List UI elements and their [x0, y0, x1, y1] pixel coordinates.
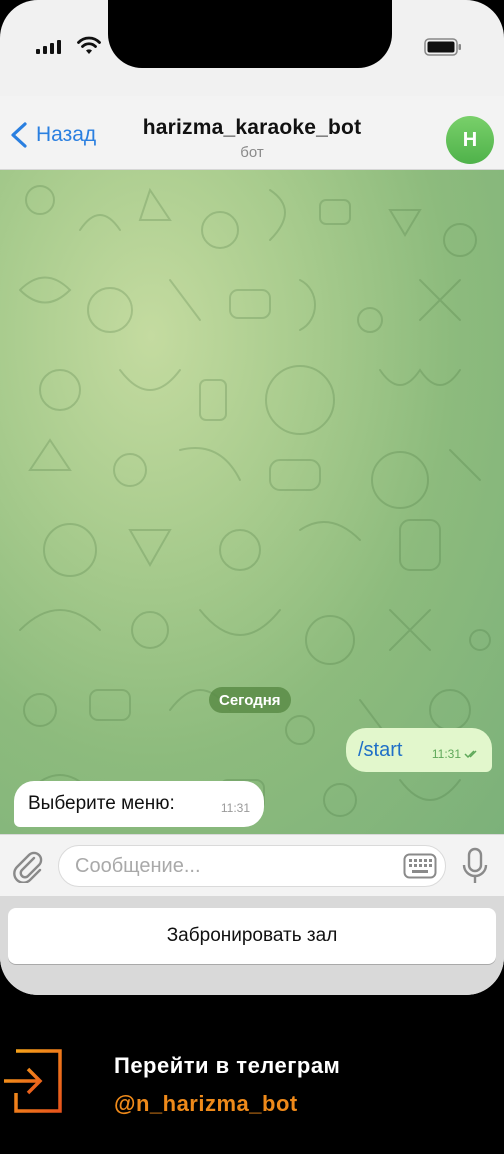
message-text: /start: [358, 738, 403, 761]
message-time: 11:31: [220, 801, 250, 815]
notch: [108, 0, 392, 68]
book-hall-button[interactable]: Забронировать зал: [8, 908, 496, 964]
chat-header: Назад harizma_karaoke_bot бот H: [0, 96, 504, 170]
back-chevron-icon: [11, 122, 27, 148]
chat-subtitle: бот: [240, 144, 264, 161]
avatar[interactable]: H: [446, 116, 494, 164]
footer-caption: Перейти в телеграм: [114, 1053, 341, 1078]
message-input[interactable]: [58, 845, 446, 887]
chat-title: harizma_karaoke_bot: [142, 116, 362, 139]
signal-icon: [36, 40, 62, 54]
message-input-bar: [0, 834, 504, 896]
message-time: 11:31: [431, 747, 461, 761]
footer: Перейти в телеграм @n_harizma_bot: [0, 995, 504, 1154]
outgoing-message[interactable]: /start 11:31: [346, 728, 492, 772]
phone-screen: Назад harizma_karaoke_bot бот H Сегодня …: [0, 0, 504, 995]
incoming-message[interactable]: Выберите меню: 11:31: [14, 781, 264, 827]
microphone-icon[interactable]: [462, 847, 488, 885]
chat-title-block[interactable]: harizma_karaoke_bot бот: [100, 116, 404, 161]
attach-icon[interactable]: [12, 849, 44, 883]
bot-keyboard: Забронировать зал: [0, 896, 504, 995]
footer-bot-handle[interactable]: @n_harizma_bot: [114, 1091, 298, 1117]
wifi-icon: [77, 36, 101, 54]
read-check-icon: [464, 750, 477, 759]
message-text: Выберите меню:: [28, 793, 175, 814]
date-separator: Сегодня: [209, 687, 291, 713]
battery-icon: [424, 38, 461, 56]
back-button[interactable]: Назад: [10, 122, 96, 148]
back-label: Назад: [36, 123, 97, 146]
enter-logo-icon: [4, 1049, 62, 1113]
chat-area[interactable]: Сегодня /start 11:31 Выберите меню: 11:3…: [0, 170, 504, 834]
message-meta: 11:31: [432, 747, 480, 761]
keyboard-icon[interactable]: [403, 853, 437, 879]
